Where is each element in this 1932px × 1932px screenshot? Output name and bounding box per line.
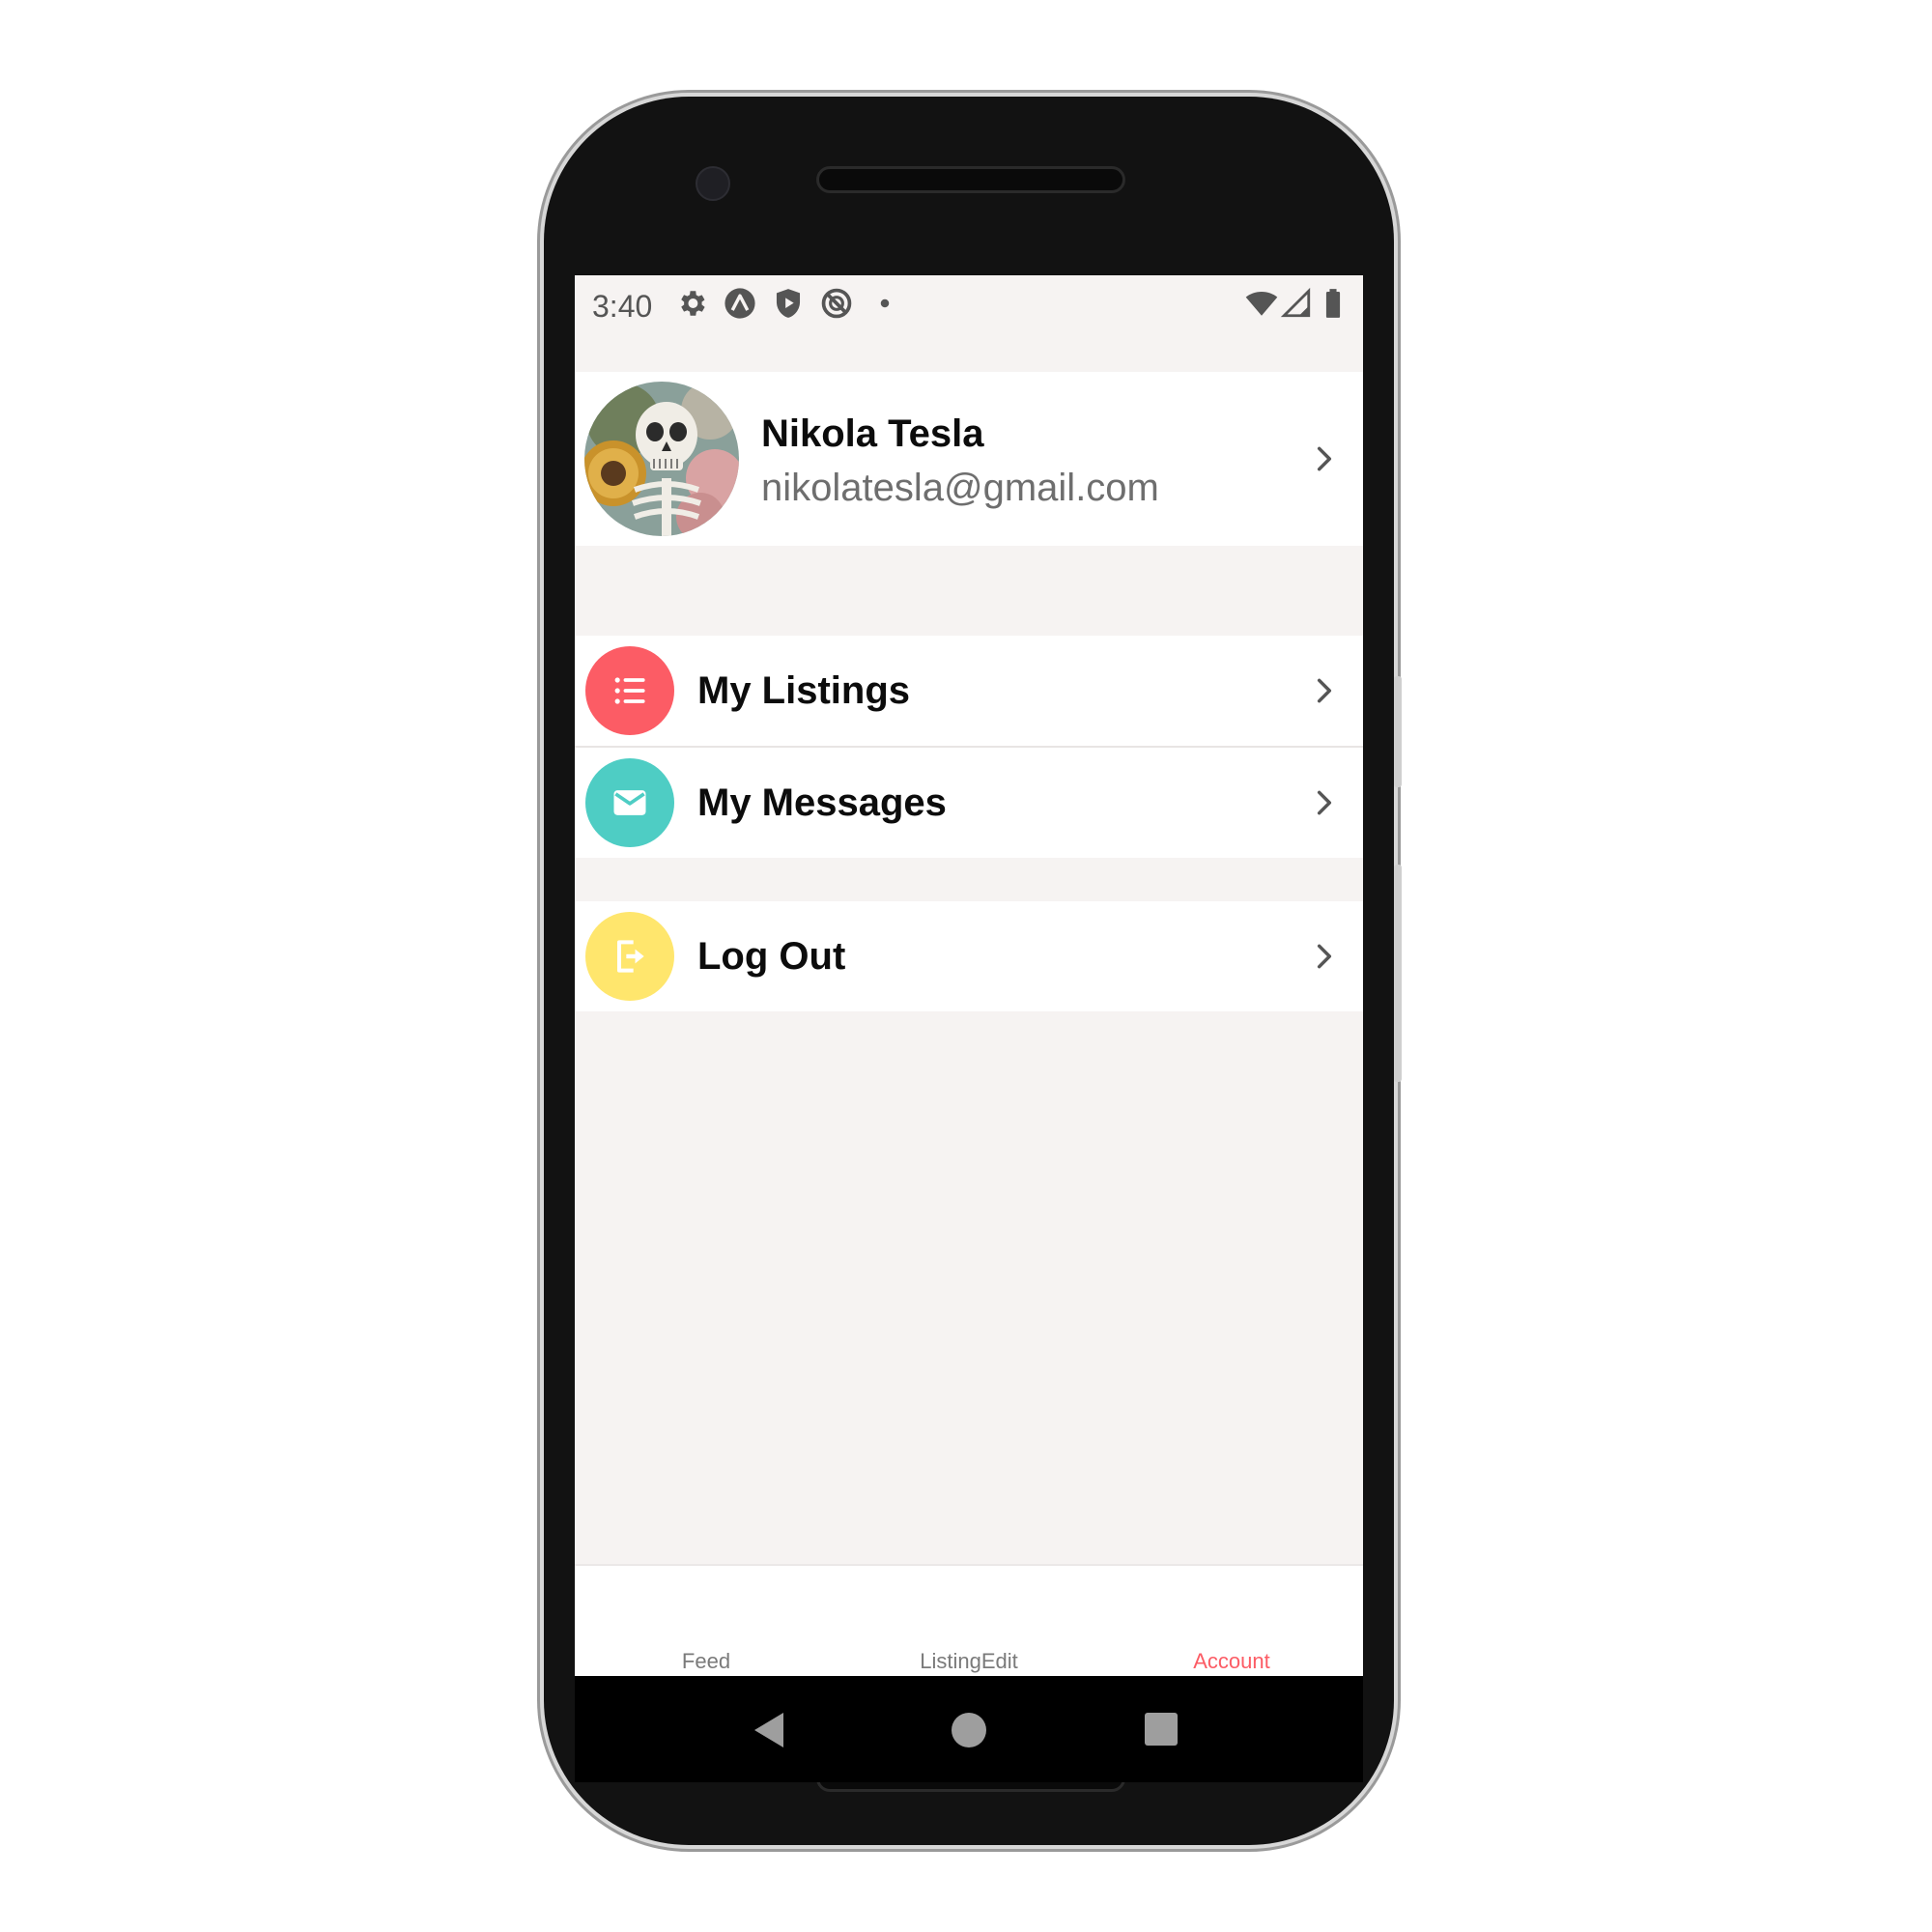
my-listings-label: My Listings — [697, 669, 911, 712]
chevron-right-icon — [1317, 944, 1332, 969]
avatar — [584, 382, 739, 536]
back-icon[interactable] — [754, 1713, 783, 1747]
chevron-right-icon — [1317, 678, 1332, 703]
android-nav-bar — [575, 1676, 1363, 1782]
chevron-right-icon — [1317, 790, 1332, 815]
bottom-tab-bar: Feed ListingEdit Account — [575, 1564, 1363, 1676]
status-time: 3:40 — [592, 289, 653, 324]
signal-icon — [1280, 287, 1311, 318]
volume-button — [1394, 865, 1402, 1082]
avatar-image — [584, 382, 739, 536]
list-icon — [614, 677, 645, 704]
settings-icon — [681, 291, 705, 316]
front-camera — [696, 166, 730, 201]
dot-icon — [880, 298, 890, 308]
log-out-label: Log Out — [697, 935, 846, 978]
shield-play-icon — [776, 289, 801, 318]
listings-icon-circle — [585, 646, 674, 735]
menu-item-my-messages[interactable]: My Messages — [575, 748, 1363, 858]
status-bar: 3:40 — [575, 275, 1363, 372]
chevron-right-icon — [1317, 446, 1332, 471]
tab-listing-edit[interactable]: ListingEdit — [838, 1649, 1100, 1674]
app-screen: 3:40 Nikola Tesla nikolatesla@gmail.com … — [575, 275, 1363, 1676]
profile-item[interactable]: Nikola Tesla nikolatesla@gmail.com — [575, 372, 1363, 546]
tab-account[interactable]: Account — [1100, 1649, 1363, 1674]
battery-icon — [1325, 289, 1341, 318]
logout-icon — [616, 940, 644, 973]
wifi-icon — [1245, 291, 1278, 316]
messages-icon-circle — [585, 758, 674, 847]
tab-feed[interactable]: Feed — [575, 1649, 838, 1674]
profile-name: Nikola Tesla — [761, 412, 984, 455]
recent-apps-icon[interactable] — [1145, 1713, 1178, 1746]
logout-icon-circle — [585, 912, 674, 1001]
menu-item-log-out[interactable]: Log Out — [575, 901, 1363, 1011]
my-messages-label: My Messages — [697, 781, 947, 824]
expo-icon — [724, 288, 755, 319]
home-icon[interactable] — [952, 1713, 986, 1747]
power-button — [1394, 676, 1402, 787]
phone-frame: 3:40 Nikola Tesla nikolatesla@gmail.com … — [544, 97, 1402, 1845]
profile-email: nikolatesla@gmail.com — [761, 467, 1159, 509]
top-speaker — [816, 166, 1125, 193]
email-icon — [613, 790, 646, 815]
no-disturb-icon — [821, 288, 852, 319]
menu-item-my-listings[interactable]: My Listings — [575, 636, 1363, 746]
